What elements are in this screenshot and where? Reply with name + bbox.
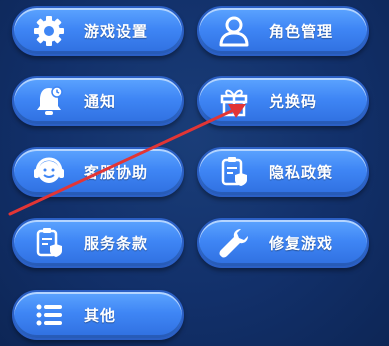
- character-management-button[interactable]: 角色管理: [197, 6, 369, 56]
- gear-icon: [34, 16, 64, 46]
- headset-icon: [34, 157, 64, 183]
- redeem-code-label: 兑换码: [269, 92, 318, 111]
- wrench-icon: [219, 229, 248, 258]
- shield-document-icon: [221, 157, 247, 186]
- repair-game-label: 修复游戏: [269, 234, 334, 253]
- character-management-label: 角色管理: [269, 22, 334, 41]
- repair-game-button[interactable]: 修复游戏: [197, 218, 369, 268]
- game-settings-button[interactable]: 游戏设置: [12, 6, 184, 56]
- user-icon: [219, 16, 249, 47]
- privacy-policy-label: 隐私政策: [269, 163, 334, 182]
- list-icon: [36, 304, 62, 326]
- other-button[interactable]: 其他: [12, 290, 184, 340]
- gift-icon: [220, 89, 248, 117]
- terms-of-service-button[interactable]: 服务条款: [12, 218, 184, 268]
- document-icon: [36, 228, 62, 257]
- terms-of-service-label: 服务条款: [84, 234, 149, 253]
- bell-icon: [37, 86, 63, 115]
- redeem-code-button[interactable]: 兑换码: [197, 76, 369, 126]
- game-settings-label: 游戏设置: [84, 22, 149, 41]
- customer-service-label: 客服协助: [84, 163, 149, 182]
- other-label: 其他: [84, 306, 117, 325]
- notifications-label: 通知: [84, 92, 117, 111]
- customer-service-button[interactable]: 客服协助: [12, 147, 184, 197]
- notifications-button[interactable]: 通知: [12, 76, 184, 126]
- privacy-policy-button[interactable]: 隐私政策: [197, 147, 369, 197]
